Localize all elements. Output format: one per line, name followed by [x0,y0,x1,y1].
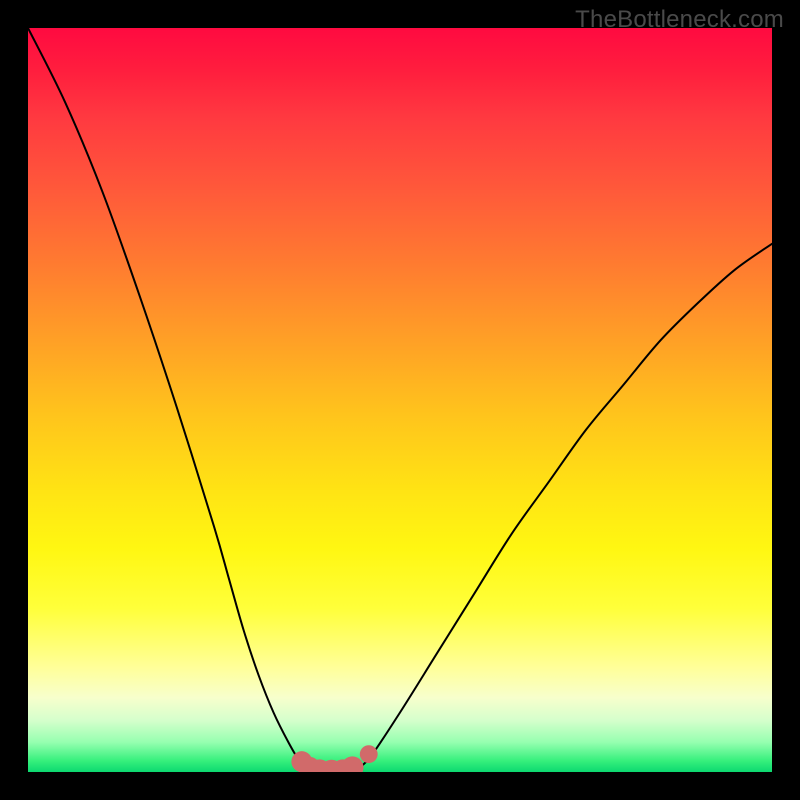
plot-svg [28,28,772,772]
valley-marker-group [291,745,377,772]
plot-frame [28,28,772,772]
curve-left-branch [28,28,311,771]
curve-right-branch [355,244,772,771]
watermark-text: TheBottleneck.com [575,6,784,34]
valley-marker [360,745,378,763]
valley-marker [341,756,363,772]
